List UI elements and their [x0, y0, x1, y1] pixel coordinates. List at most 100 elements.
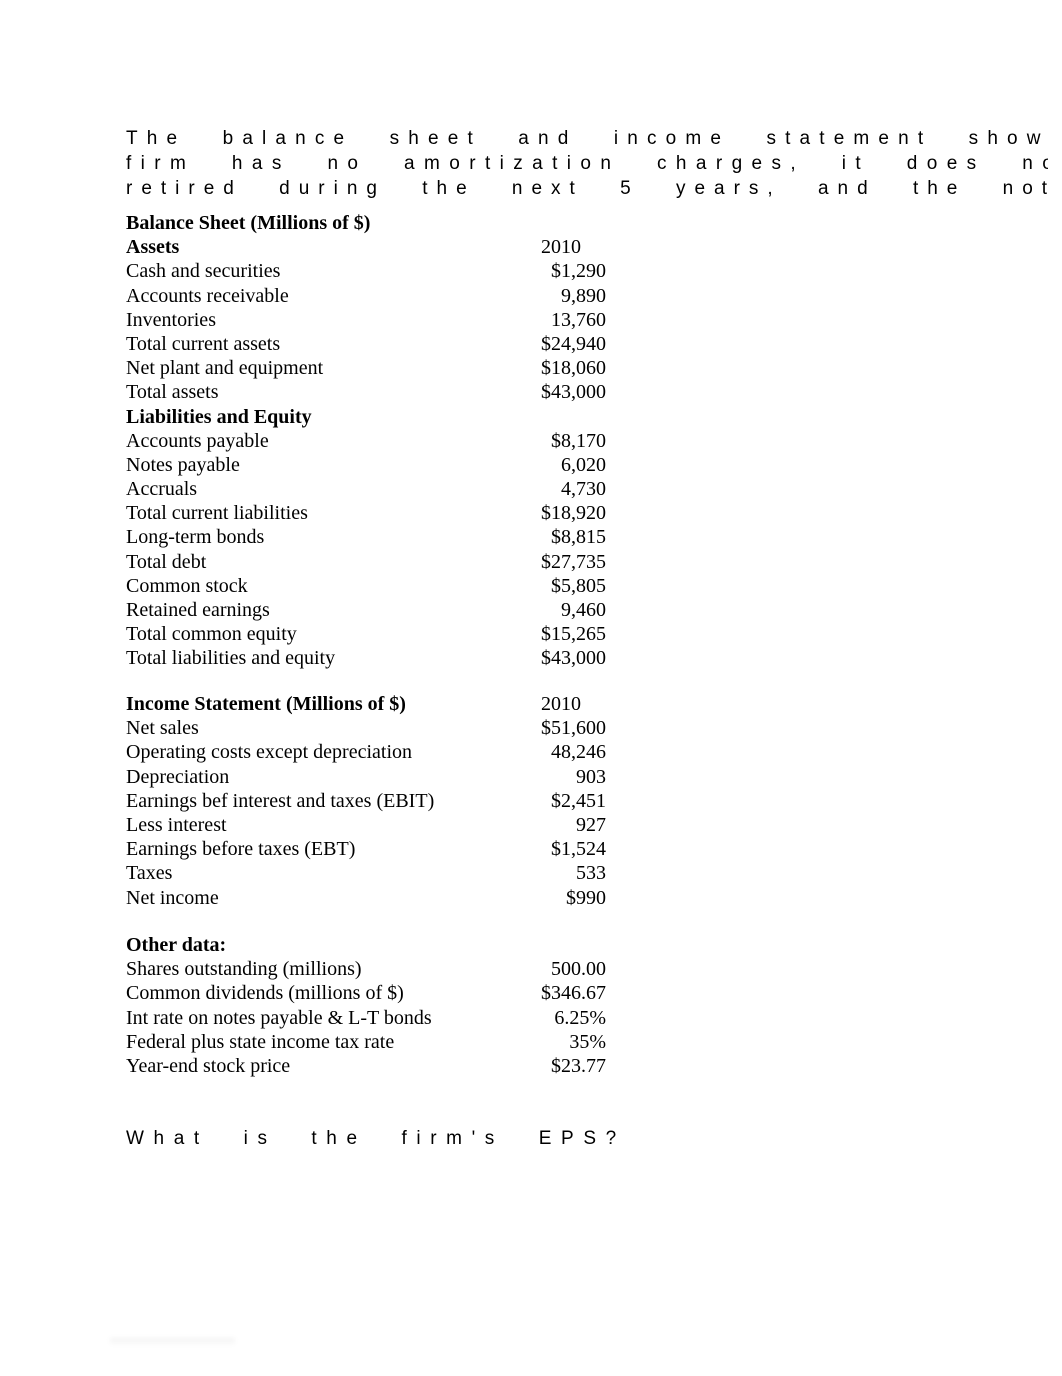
year-header: 2010 [541, 693, 581, 715]
row-label: Total common equity [126, 623, 297, 646]
row-value: 9,890 [561, 284, 606, 307]
intro-line: retired during the next 5 years, and the… [126, 178, 1048, 199]
row-label: Total current liabilities [126, 502, 308, 525]
row-value: $8,170 [551, 429, 606, 452]
row-value: $346.67 [541, 982, 606, 1005]
row-label: Accruals [126, 478, 198, 501]
year-header: 2010 [541, 236, 581, 259]
table-row: Notes payable 6,020 [126, 453, 606, 477]
table-row: Total debt $27,735 [126, 550, 606, 574]
table-row: Shares outstanding (millions) 500.00 [126, 957, 606, 981]
row-value: 13,760 [551, 308, 606, 331]
income-statement-table: Income Statement (Millions of $) 2010 Ne… [126, 692, 606, 910]
row-label: Cash and securities [126, 260, 281, 283]
row-label: Total assets [126, 381, 219, 404]
row-label: Less interest [126, 813, 227, 836]
row-label: Depreciation [126, 765, 230, 788]
row-value: 6.25% [554, 1006, 606, 1029]
income-statement-title: Income Statement (Millions of $) [126, 693, 406, 715]
row-value: $18,920 [541, 502, 606, 525]
table-row: Inventories 13,760 [126, 308, 606, 332]
row-value: 4,730 [561, 478, 606, 501]
table-row: Common dividends (millions of $) $346.67 [126, 981, 606, 1005]
assets-header-row: Assets 2010 [126, 235, 606, 259]
row-value: $8,815 [551, 526, 606, 549]
other-data-title-row: Other data: [126, 933, 606, 957]
liabilities-header: Liabilities and Equity [126, 405, 312, 428]
row-label: Accounts payable [126, 429, 269, 452]
row-label: Common stock [126, 574, 248, 597]
row-value: 6,020 [561, 453, 606, 476]
row-value: $51,600 [541, 717, 606, 740]
row-value: $2,451 [551, 789, 606, 812]
table-row: Earnings bef interest and taxes (EBIT) $2… [126, 789, 606, 813]
table-row: Total current assets $24,940 [126, 332, 606, 356]
table-row: Retained earnings 9,460 [126, 598, 606, 622]
table-row: Accruals 4,730 [126, 477, 606, 501]
row-value: $1,290 [551, 260, 606, 283]
intro-line: firm has no amortization charges, it doe… [126, 153, 1048, 174]
table-row: Common stock $5,805 [126, 574, 606, 598]
row-value: 9,460 [561, 599, 606, 621]
other-data-title: Other data: [126, 934, 227, 956]
row-value: 35% [569, 1030, 606, 1053]
row-label: Long-term bonds [126, 526, 265, 549]
row-value: $23.77 [551, 1054, 606, 1077]
row-label: Year-end stock price [126, 1054, 291, 1077]
table-row: Total liabilities and equity $43,000 [126, 646, 606, 670]
row-value: $43,000 [541, 381, 606, 404]
table-row: Long-term bonds $8,815 [126, 525, 606, 549]
row-label: Operating costs except depreciation [126, 741, 412, 764]
row-value: $27,735 [541, 550, 606, 573]
row-label: Shares outstanding (millions) [126, 958, 362, 981]
row-value: $5,805 [551, 574, 606, 597]
table-row: Total assets $43,000 [126, 380, 606, 404]
row-label: Earnings bef interest and taxes (EBIT) [126, 789, 435, 812]
row-value: 903 [576, 765, 606, 788]
row-label: Earnings before taxes (EBT) [126, 838, 356, 861]
row-label: Total liabilities and equity [126, 647, 336, 670]
other-data-table: Other data: Shares outstanding (millions… [126, 933, 606, 1078]
row-value: 927 [576, 813, 606, 836]
row-value: $15,265 [541, 623, 606, 646]
row-label: Int rate on notes payable & L-T bonds [126, 1006, 432, 1029]
row-value: 48,246 [551, 741, 606, 764]
balance-sheet-title-row: Balance Sheet (Millions of $) [126, 211, 606, 235]
balance-sheet-table: Balance Sheet (Millions of $) Assets 201… [126, 211, 606, 671]
document-page: The balance sheet and income statement s… [0, 0, 1048, 1376]
table-row: Net income $990 [126, 886, 606, 910]
row-value: 533 [576, 862, 606, 885]
table-row: Accounts receivable 9,890 [126, 284, 606, 308]
row-label: Net plant and equipment [126, 357, 324, 380]
table-row: Operating costs except depreciation 48,24… [126, 740, 606, 764]
row-value: $990 [566, 886, 606, 909]
row-label: Net income [126, 886, 219, 909]
question-text: What is the firm's EPS? [126, 1128, 626, 1149]
row-label: Total current assets [126, 332, 281, 355]
table-row: Net sales $51,600 [126, 716, 606, 740]
table-row: Earnings before taxes (EBT) $1,524 [126, 837, 606, 861]
table-row: Cash and securities $1,290 [126, 259, 606, 283]
liabilities-header-row: Liabilities and Equity [126, 405, 606, 429]
intro-paragraph: The balance sheet and income statement s… [126, 126, 1048, 201]
table-row: Taxes 533 [126, 861, 606, 885]
row-label: Total debt [126, 550, 207, 573]
row-value: $18,060 [541, 357, 606, 380]
table-row: Less interest 927 [126, 813, 606, 837]
table-row: Year-end stock price $23.77 [126, 1054, 606, 1078]
row-value: $1,524 [551, 838, 606, 861]
table-row: Federal plus state income tax rate 35% [126, 1030, 606, 1054]
row-label: Common dividends (millions of $) [126, 982, 404, 1005]
row-label: Net sales [126, 717, 199, 740]
page-shadow-decoration [110, 1338, 235, 1346]
row-value: $43,000 [541, 647, 606, 670]
intro-line: The balance sheet and income statement s… [126, 128, 1048, 149]
table-row: Net plant and equipment $18,060 [126, 356, 606, 380]
row-label: Notes payable [126, 453, 240, 476]
table-row: Total common equity $15,265 [126, 622, 606, 646]
row-value: 500.00 [551, 958, 606, 981]
table-row: Depreciation 903 [126, 765, 606, 789]
table-row: Accounts payable $8,170 [126, 429, 606, 453]
table-row: Int rate on notes payable & L-T bonds 6.2… [126, 1006, 606, 1030]
balance-sheet-title: Balance Sheet (Millions of $) [126, 212, 371, 234]
